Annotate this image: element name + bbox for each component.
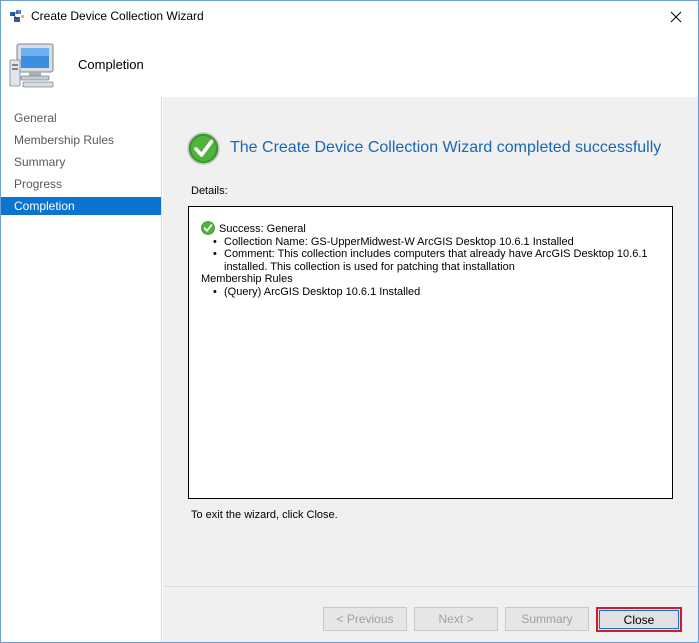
success-small-check-icon — [201, 221, 215, 235]
wizard-window: Create Device Collection Wizard Completi… — [0, 0, 699, 643]
details-comment-line2: installed. This collection is used for p… — [224, 260, 515, 273]
nav-item-membership-rules[interactable]: Membership Rules — [1, 131, 161, 149]
nav-item-progress[interactable]: Progress — [1, 175, 161, 193]
page-heading: Completion — [78, 57, 144, 72]
success-line-text: Success: General — [219, 223, 306, 235]
title-bar: Create Device Collection Wizard — [1, 1, 698, 32]
computer-icon — [9, 40, 59, 90]
details-success-line: Success: General — [201, 221, 660, 236]
wizard-header: Completion — [1, 32, 698, 97]
success-check-icon — [187, 132, 220, 165]
close-button[interactable]: Close — [596, 607, 682, 632]
nav-item-completion[interactable]: Completion — [1, 197, 161, 215]
summary-button[interactable]: Summary — [505, 607, 589, 631]
details-box[interactable]: Success: General Collection Name: GS-Upp… — [188, 206, 673, 499]
close-window-icon[interactable] — [654, 1, 698, 32]
previous-button[interactable]: < Previous — [323, 607, 407, 631]
wizard-app-icon — [9, 9, 25, 23]
content-pane: The Create Device Collection Wizard comp… — [163, 97, 698, 586]
details-label: Details: — [191, 185, 228, 197]
success-title: The Create Device Collection Wizard comp… — [230, 139, 662, 156]
nav-item-general[interactable]: General — [1, 109, 161, 127]
next-button[interactable]: Next > — [414, 607, 498, 631]
window-title: Create Device Collection Wizard — [31, 9, 204, 23]
exit-instructions: To exit the wizard, click Close. — [191, 509, 338, 521]
details-membership-rules: Membership Rules — [201, 273, 293, 285]
nav-item-summary[interactable]: Summary — [1, 153, 161, 171]
details-comment-line1: Comment: This collection includes comput… — [201, 248, 660, 261]
details-query-rule: (Query) ArcGIS Desktop 10.6.1 Installed — [201, 286, 660, 299]
details-collection-name: Collection Name: GS-UpperMidwest-W ArcGI… — [201, 236, 660, 249]
wizard-nav: General Membership Rules Summary Progres… — [1, 97, 162, 642]
button-bar: < Previous Next > Summary Close — [163, 586, 698, 642]
